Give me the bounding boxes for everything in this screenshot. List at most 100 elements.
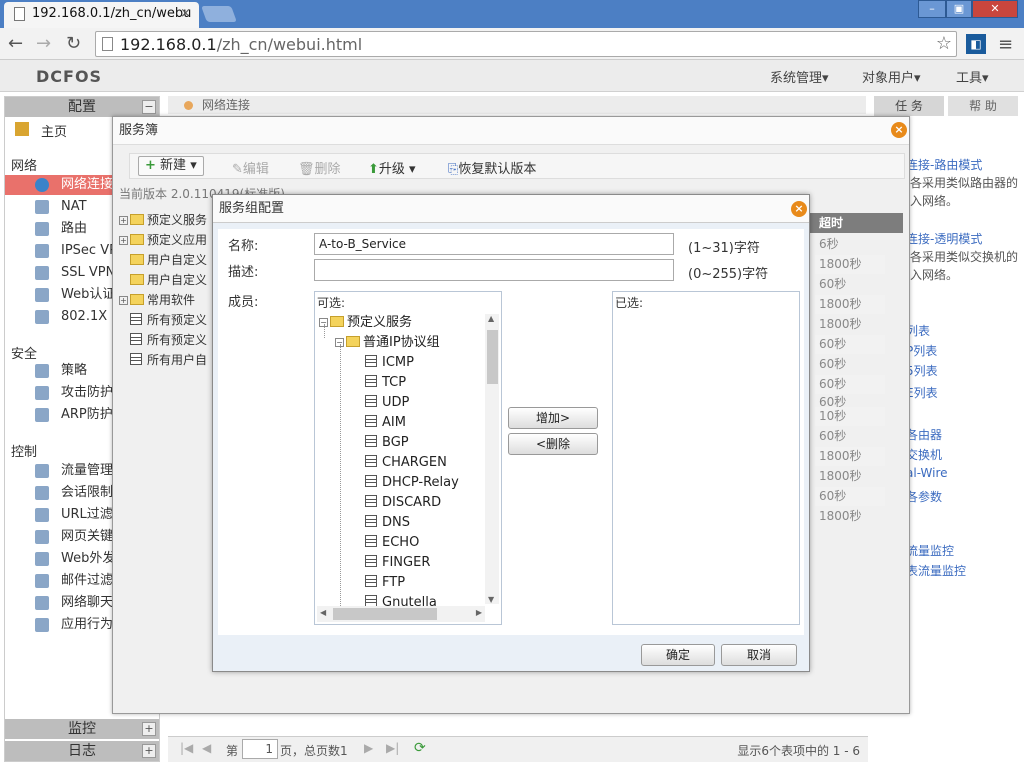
browser-tab[interactable]: 192.168.0.1/zh_cn/webu × (4, 2, 199, 28)
new-tab-button[interactable] (201, 6, 237, 22)
service-book-tree-node[interactable]: +所有用户自 (119, 351, 215, 371)
service-book-tree-node[interactable]: +所有预定义 (119, 311, 215, 331)
scroll-thumb[interactable] (487, 330, 498, 384)
task-link[interactable]: 5列表 (906, 362, 1024, 379)
scroll-thumb[interactable] (333, 608, 437, 620)
tab-help[interactable]: 帮 助 (948, 96, 1018, 116)
last-page-icon[interactable]: ▶| (386, 741, 399, 755)
menu-system-management[interactable]: 系统管理▾ (770, 67, 829, 86)
service-item[interactable]: CHARGEN (365, 453, 447, 473)
task-link[interactable]: P列表 (906, 342, 1024, 359)
close-icon[interactable]: × (891, 122, 907, 138)
page-number-input[interactable]: 1 (242, 739, 278, 759)
service-item[interactable]: DHCP-Relay (365, 473, 459, 493)
app-logo: DCFOS (36, 67, 103, 86)
sidebar-item-home[interactable]: 主页 (11, 121, 67, 140)
task-link[interactable]: 连接-透明模式 (906, 230, 1024, 247)
sidebar-item-label: Web认证 (61, 287, 116, 302)
task-link[interactable]: 交换机 (906, 446, 1024, 463)
name-input[interactable] (314, 233, 674, 255)
sidebar-log-header[interactable]: 日志 + (5, 741, 159, 761)
close-window-button[interactable]: ✕ (972, 0, 1018, 18)
tab-close-icon[interactable]: × (180, 6, 191, 21)
first-page-icon[interactable]: |◀ (180, 741, 193, 755)
prev-page-icon[interactable]: ◀ (202, 741, 211, 755)
service-item[interactable]: ECHO (365, 533, 419, 553)
restore-button[interactable]: ⎘恢复默认版本 (448, 158, 536, 177)
service-book-tree-node[interactable]: +用户自定义 (119, 251, 215, 271)
service-item[interactable]: UDP (365, 393, 409, 413)
collapse-icon[interactable]: − (142, 100, 156, 114)
expand-icon[interactable]: + (119, 296, 128, 305)
service-item[interactable]: FINGER (365, 553, 430, 573)
delete-button[interactable]: 🗑删除 (298, 158, 341, 177)
next-page-icon[interactable]: ▶ (364, 741, 373, 755)
service-item[interactable]: BGP (365, 433, 409, 453)
browser-menu-icon[interactable]: ≡ (998, 34, 1013, 55)
tree-node-ip-group[interactable]: − 普通IP协议组 (335, 333, 440, 353)
menu-object-user[interactable]: 对象用户▾ (862, 67, 921, 86)
refresh-icon[interactable]: ⟳ (414, 740, 426, 756)
close-icon[interactable]: × (791, 201, 807, 217)
description-input[interactable] (314, 259, 674, 281)
selected-list[interactable]: 已选: (612, 291, 800, 625)
task-link[interactable]: 表流量监控 (906, 562, 1024, 579)
tree-node-label: 普通IP协议组 (363, 335, 440, 350)
expand-icon[interactable]: + (142, 744, 156, 758)
sidebar-section-security: 安全 (11, 347, 38, 362)
task-link[interactable]: al-Wire (906, 466, 1024, 480)
add-button[interactable]: 增加> (508, 407, 598, 429)
tree-node-predefined[interactable]: − 预定义服务 (319, 313, 412, 333)
forward-icon[interactable]: → (36, 33, 51, 54)
task-link[interactable]: 各由器 (906, 426, 1024, 443)
tab-tasks[interactable]: 任 务 (874, 96, 944, 116)
edit-button[interactable]: ✎编辑 (232, 158, 269, 177)
upgrade-button[interactable]: ⬆升级 ▾ (368, 158, 416, 177)
remove-button[interactable]: <删除 (508, 433, 598, 455)
service-item[interactable]: ICMP (365, 353, 414, 373)
service-book-tree-node[interactable]: + 预定义应用 (119, 231, 215, 251)
service-item[interactable]: DNS (365, 513, 410, 533)
scroll-right-icon[interactable]: ▶ (476, 608, 482, 617)
maximize-button[interactable]: ▣ (946, 0, 972, 18)
service-book-tree-node[interactable]: +用户自定义 (119, 271, 215, 291)
expand-icon[interactable]: + (119, 216, 128, 225)
task-link[interactable]: 列表 (906, 322, 1024, 339)
service-book-tree-node[interactable]: +所有预定义 (119, 331, 215, 351)
menu-tools[interactable]: 工具▾ (956, 67, 989, 86)
back-icon[interactable]: ← (8, 33, 23, 54)
sidebar-monitor-header[interactable]: 监控 + (5, 719, 159, 739)
sidebar-config-header[interactable]: 配置 − (5, 97, 159, 117)
bookmark-star-icon[interactable]: ☆ (936, 33, 952, 54)
scroll-left-icon[interactable]: ◀ (320, 608, 326, 617)
expand-icon[interactable]: + (142, 722, 156, 736)
service-icon (365, 355, 377, 367)
scroll-up-icon[interactable]: ▲ (488, 314, 494, 323)
service-item[interactable]: FTP (365, 573, 405, 593)
cancel-button[interactable]: 取消 (721, 644, 797, 666)
task-link[interactable]: 连接-路由模式 (906, 156, 1024, 173)
service-item[interactable]: AIM (365, 413, 406, 433)
sidebar-item-label: 应用行为 (61, 617, 114, 632)
sidebar-item-label: 网络聊天 (61, 595, 114, 610)
task-link[interactable]: 各参数 (906, 488, 1024, 505)
ok-button[interactable]: 确定 (641, 644, 715, 666)
tree-node-label: 用户自定义 (147, 253, 208, 267)
minimize-button[interactable]: – (918, 0, 946, 18)
expand-icon[interactable]: + (119, 236, 128, 245)
service-book-tree-node[interactable]: + 常用软件 (119, 291, 215, 311)
extension-icon[interactable]: ◧ (966, 34, 986, 54)
edit-button-label: 编辑 (242, 162, 269, 177)
vertical-scrollbar[interactable]: ▲ ▼ (485, 314, 499, 604)
task-link[interactable]: 流量监控 (906, 542, 1024, 559)
service-item[interactable]: DISCARD (365, 493, 441, 513)
reload-icon[interactable]: ↻ (66, 33, 81, 54)
service-book-tree-node[interactable]: + 预定义服务 (119, 211, 215, 231)
new-button[interactable]: + 新建 ▾ (138, 156, 204, 176)
service-item[interactable]: TCP (365, 373, 406, 393)
address-bar[interactable]: 192.168.0.1/zh_cn/webui.html ☆ (95, 31, 957, 57)
available-list[interactable]: 可选: − 预定义服务 − 普通IP协议组 ICMP TCP UDP AIM BGP CHAR… (314, 291, 502, 625)
scroll-down-icon[interactable]: ▼ (488, 595, 494, 604)
task-link[interactable]: E列表 (906, 384, 1024, 401)
horizontal-scrollbar[interactable]: ◀ ▶ (317, 606, 485, 622)
